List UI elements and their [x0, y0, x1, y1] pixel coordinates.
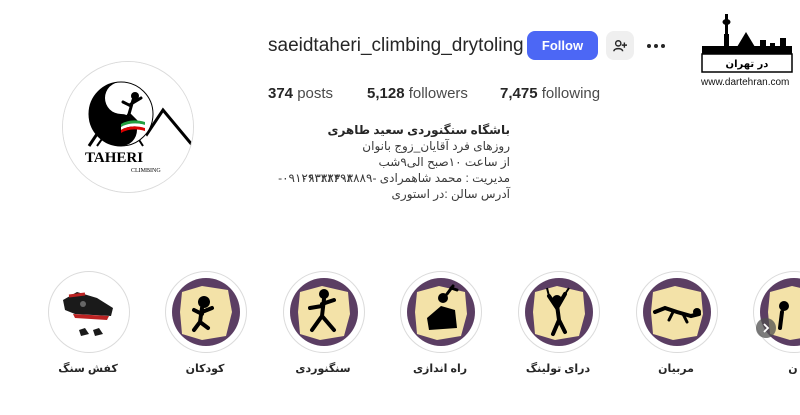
- following-label: following: [541, 85, 601, 102]
- highlight-label: درای تولینگ: [525, 363, 591, 375]
- highlight-label: راه اندازی: [412, 363, 468, 375]
- route-setter-icon: [415, 284, 467, 340]
- suggested-accounts-button[interactable]: [606, 31, 634, 60]
- follow-button[interactable]: Follow: [527, 31, 598, 60]
- posts-count: 374: [268, 85, 294, 102]
- taheri-climbing-logo: TAHERI CLIMBING: [63, 62, 193, 192]
- stat-followers[interactable]: 5,128 followers: [367, 85, 468, 102]
- followers-label: followers: [408, 85, 468, 102]
- person-add-icon: [613, 39, 627, 51]
- highlight-partial[interactable]: [753, 271, 800, 353]
- highlight-climbing-shoes[interactable]: [48, 271, 130, 353]
- following-count: 7,475: [500, 85, 538, 102]
- stat-following[interactable]: 7,475 following: [500, 85, 600, 102]
- bio-line: آدرس سالن :در استوری: [391, 187, 511, 201]
- highlights-next-button[interactable]: [756, 318, 776, 338]
- boulderer-icon: [298, 286, 350, 340]
- highlight-kids[interactable]: [165, 271, 247, 353]
- chevron-right-icon: [763, 323, 770, 333]
- profile-username: saeidtaheri_climbing_drytoling: [268, 35, 524, 56]
- bio-line: از ساعت ۱۰صبح الی۹شب: [378, 155, 510, 169]
- bio-line: روزهای فرد آقایان_زوج بانوان: [362, 139, 510, 153]
- watermark-brand: در تهران: [726, 59, 769, 70]
- highlight-label: مربیان: [658, 363, 694, 375]
- highlight-bouldering[interactable]: [283, 271, 365, 353]
- highlight-drytooling[interactable]: [518, 271, 600, 353]
- profile-avatar[interactable]: TAHERI CLIMBING: [62, 61, 194, 193]
- logo-text: TAHERI: [85, 150, 143, 166]
- logo-subtext: CLIMBING: [131, 168, 161, 174]
- posts-label: posts: [297, 85, 334, 102]
- bio-line: ۰۹۱۲۶۳۳۸۶۹۸-: [278, 171, 353, 185]
- climbing-shoe-icon: [63, 292, 113, 336]
- stat-posts: 374 posts: [268, 85, 333, 102]
- highlight-setup[interactable]: [400, 271, 482, 353]
- kid-climber-icon: [180, 286, 232, 340]
- more-horizontal-icon: [647, 44, 665, 48]
- highlight-label: سنگنوردی: [295, 363, 351, 375]
- more-options-button[interactable]: [644, 34, 668, 58]
- highlight-label: کودکان: [185, 363, 225, 375]
- highlight-coaches[interactable]: [636, 271, 718, 353]
- bio-name: باشگاه سنگنوردی سعید طاهری: [327, 123, 510, 137]
- watermark-url: www.dartehran.com: [701, 77, 790, 88]
- coach-icon: [651, 286, 703, 340]
- highlight-label: ن: [788, 363, 798, 375]
- followers-count: 5,128: [367, 85, 405, 102]
- highlight-label: کفش سنگ: [58, 363, 118, 375]
- drytooling-climber-icon: [533, 286, 585, 340]
